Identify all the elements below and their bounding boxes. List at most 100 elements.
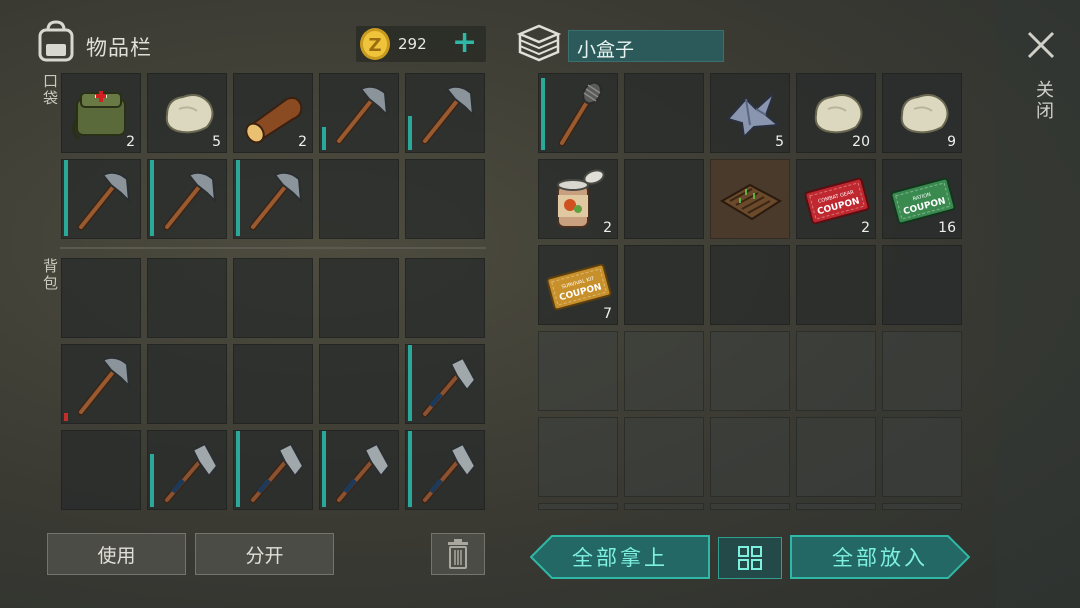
pickaxe-icon bbox=[421, 85, 475, 145]
close-icon[interactable] bbox=[1024, 28, 1058, 62]
add-coins-button[interactable]: + bbox=[452, 28, 477, 58]
item-slot-coupon-gold[interactable]: SURVIVAL KIT COUPON 7 bbox=[538, 245, 618, 325]
empty-slot[interactable] bbox=[147, 344, 227, 424]
trash-button[interactable] bbox=[431, 533, 485, 575]
item-slot-canned-food[interactable]: 2 bbox=[538, 159, 618, 239]
durability-bar bbox=[64, 413, 68, 421]
item-slot-log[interactable]: 2 bbox=[233, 73, 313, 153]
take-all-button[interactable]: 全部拿上 bbox=[530, 535, 710, 579]
pickaxe-icon bbox=[163, 171, 217, 231]
item-slot-hatchet[interactable] bbox=[147, 430, 227, 510]
box-icon bbox=[516, 24, 562, 62]
item-slot-scrap-metal[interactable]: 5 bbox=[710, 73, 790, 153]
put-all-button[interactable]: 全部放入 bbox=[790, 535, 970, 579]
item-slot-pickaxe[interactable] bbox=[233, 159, 313, 239]
item-slot-torch[interactable] bbox=[538, 73, 618, 153]
hatchet-icon bbox=[249, 442, 305, 504]
item-slot-pickaxe[interactable] bbox=[61, 159, 141, 239]
empty-slot[interactable] bbox=[233, 344, 313, 424]
garden-bed-icon bbox=[720, 183, 782, 221]
locked-slot bbox=[624, 503, 704, 510]
item-count: 2 bbox=[861, 220, 870, 236]
item-count: 5 bbox=[775, 134, 784, 150]
backpack-icon bbox=[38, 20, 74, 62]
durability-bar bbox=[541, 78, 545, 150]
sort-button[interactable] bbox=[718, 537, 782, 579]
empty-slot[interactable] bbox=[61, 430, 141, 510]
durability-bar bbox=[322, 431, 326, 507]
item-slot-coupon-red[interactable]: COMBAT GEAR COUPON 2 bbox=[796, 159, 876, 239]
item-count: 16 bbox=[938, 220, 956, 236]
locked-slot bbox=[882, 503, 962, 510]
locked-slot bbox=[538, 503, 618, 510]
grid-icon bbox=[738, 546, 762, 570]
locked-slot bbox=[624, 417, 704, 497]
empty-slot[interactable] bbox=[882, 245, 962, 325]
locked-slot bbox=[624, 331, 704, 411]
coin-count: 292 bbox=[398, 35, 427, 53]
durability-bar bbox=[236, 431, 240, 507]
locked-slot bbox=[538, 331, 618, 411]
durability-bar bbox=[150, 160, 154, 236]
svg-text:Z: Z bbox=[368, 35, 381, 56]
item-slot-pickaxe[interactable] bbox=[405, 73, 485, 153]
item-slot-stone[interactable]: 20 bbox=[796, 73, 876, 153]
empty-slot[interactable] bbox=[624, 73, 704, 153]
item-slot-coupon-green[interactable]: RATION COUPON 16 bbox=[882, 159, 962, 239]
item-slot-hatchet[interactable] bbox=[405, 344, 485, 424]
take-all-label: 全部拿上 bbox=[572, 546, 668, 570]
item-slot-stone[interactable]: 9 bbox=[882, 73, 962, 153]
empty-slot[interactable] bbox=[319, 159, 399, 239]
hatchet-icon bbox=[421, 442, 477, 504]
empty-slot[interactable] bbox=[319, 258, 399, 338]
item-slot-pickaxe[interactable] bbox=[61, 344, 141, 424]
container-name: 小盒子 bbox=[568, 30, 724, 62]
empty-slot[interactable] bbox=[405, 159, 485, 239]
inventory-title: 物品栏 bbox=[86, 36, 152, 60]
locked-slot bbox=[882, 417, 962, 497]
durability-bar bbox=[64, 160, 68, 236]
hatchet-icon bbox=[335, 442, 391, 504]
pickaxe-icon bbox=[335, 85, 389, 145]
item-count: 2 bbox=[298, 134, 307, 150]
use-button[interactable]: 使用 bbox=[47, 533, 186, 575]
item-count: 2 bbox=[603, 220, 612, 236]
empty-slot[interactable] bbox=[624, 245, 704, 325]
empty-slot[interactable] bbox=[405, 258, 485, 338]
section-divider bbox=[60, 247, 486, 249]
item-slot-hatchet[interactable] bbox=[319, 430, 399, 510]
empty-slot[interactable] bbox=[624, 159, 704, 239]
locked-slot bbox=[710, 331, 790, 411]
hatchet-icon bbox=[421, 356, 477, 418]
locked-slot bbox=[796, 417, 876, 497]
item-slot-garden-bed[interactable] bbox=[710, 159, 790, 239]
put-all-label: 全部放入 bbox=[832, 546, 928, 570]
hatchet-icon bbox=[163, 442, 219, 504]
item-slot-stone[interactable]: 5 bbox=[147, 73, 227, 153]
close-label[interactable]: 关闭 bbox=[1030, 80, 1056, 122]
empty-slot[interactable] bbox=[233, 258, 313, 338]
locked-slot bbox=[882, 331, 962, 411]
item-slot-pickaxe[interactable] bbox=[147, 159, 227, 239]
item-count: 9 bbox=[947, 134, 956, 150]
pickaxe-icon bbox=[77, 356, 131, 416]
empty-slot[interactable] bbox=[61, 258, 141, 338]
item-slot-pickaxe[interactable] bbox=[319, 73, 399, 153]
durability-bar bbox=[408, 345, 412, 421]
item-slot-hatchet[interactable] bbox=[233, 430, 313, 510]
empty-slot[interactable] bbox=[796, 245, 876, 325]
coin-icon: Z bbox=[360, 28, 390, 60]
durability-bar bbox=[408, 431, 412, 507]
locked-slot bbox=[710, 503, 790, 510]
durability-bar bbox=[322, 127, 326, 150]
locked-slot bbox=[796, 503, 876, 510]
split-button[interactable]: 分开 bbox=[195, 533, 334, 575]
durability-bar bbox=[408, 116, 412, 150]
empty-slot[interactable] bbox=[710, 245, 790, 325]
locked-slot bbox=[796, 331, 876, 411]
pocket-label: 口袋 bbox=[41, 73, 59, 107]
empty-slot[interactable] bbox=[147, 258, 227, 338]
empty-slot[interactable] bbox=[319, 344, 399, 424]
item-slot-medkit-bag[interactable]: 2 bbox=[61, 73, 141, 153]
item-slot-hatchet[interactable] bbox=[405, 430, 485, 510]
